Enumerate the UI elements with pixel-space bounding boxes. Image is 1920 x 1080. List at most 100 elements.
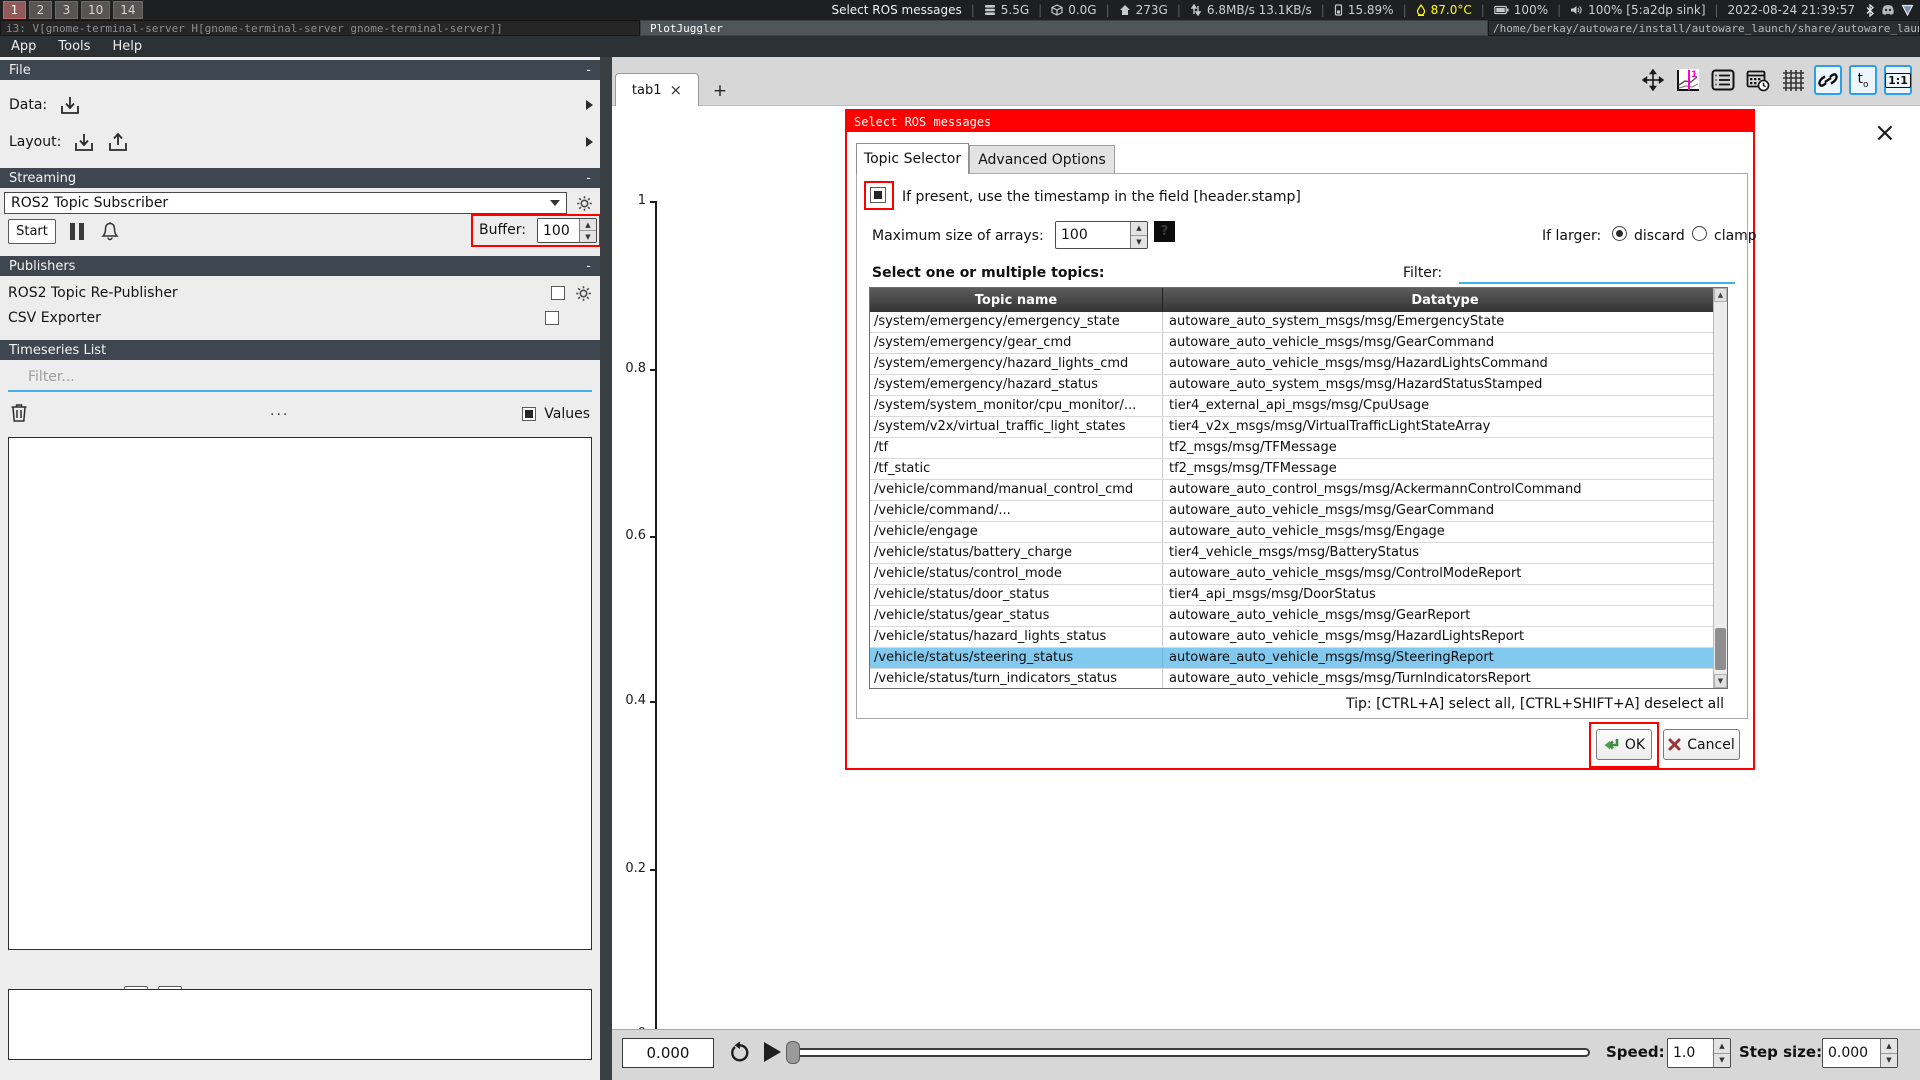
add-tab-button[interactable]: + [708, 79, 732, 103]
speed-spinbox[interactable]: 1.0 ▲▼ [1667, 1038, 1731, 1068]
datetime-icon[interactable] [1744, 65, 1772, 95]
streaming-settings-button[interactable] [572, 193, 596, 214]
cancel-button[interactable]: Cancel [1663, 729, 1740, 760]
t0-icon[interactable]: to [1849, 65, 1877, 95]
workspace-1[interactable]: 1 [3, 1, 26, 19]
section-publishers[interactable]: Publishers - [0, 256, 600, 276]
table-row[interactable]: /system/emergency/hazard_lights_cmd auto… [870, 354, 1727, 375]
tab-advanced-options[interactable]: Advanced Options [969, 145, 1115, 174]
column-datatype[interactable]: Datatype [1163, 288, 1727, 312]
table-row[interactable]: /vehicle/status/turn_indicators_status a… [870, 669, 1727, 689]
workspace-10[interactable]: 10 [81, 1, 110, 19]
custom-series-list[interactable] [8, 989, 592, 1060]
volume-tray-icon[interactable] [1901, 4, 1914, 16]
ratio-1-1-icon[interactable]: 1:1 [1884, 65, 1912, 95]
ok-button[interactable]: OK [1596, 729, 1652, 760]
workspace-3[interactable]: 3 [55, 1, 78, 19]
section-streaming[interactable]: Streaming - [0, 168, 600, 188]
zoom-plot-icon[interactable]: 1 [1674, 65, 1702, 95]
discard-radio-label[interactable]: discard [1634, 228, 1685, 244]
play-icon[interactable] [764, 1042, 781, 1062]
current-time-field[interactable]: 0.000 [622, 1038, 714, 1068]
table-row[interactable]: /system/emergency/emergency_state autowa… [870, 312, 1727, 333]
csv-exporter-checkbox[interactable] [545, 311, 559, 325]
start-streaming-button[interactable]: Start [8, 219, 56, 244]
link-ranges-icon[interactable] [1814, 65, 1842, 95]
move-icon[interactable] [1639, 65, 1667, 95]
layout-expand-arrow-icon[interactable] [586, 137, 593, 147]
step-size-spinbox[interactable]: 0.000 ▲▼ [1822, 1038, 1898, 1068]
table-row[interactable]: /system/system_monitor/cpu_monitor/... t… [870, 396, 1727, 417]
buffer-spinbox[interactable]: 100 ▲▼ [537, 218, 597, 243]
timestamp-checkbox-label[interactable]: If present, use the timestamp in the fie… [902, 189, 1301, 205]
dialog-filter-input[interactable] [1459, 282, 1735, 284]
menu-help[interactable]: Help [101, 36, 153, 57]
menu-tools[interactable]: Tools [47, 36, 101, 57]
window-splitter[interactable] [600, 57, 612, 1080]
table-row[interactable]: /system/v2x/virtual_traffic_light_states… [870, 417, 1727, 438]
discard-radio[interactable] [1612, 226, 1627, 241]
section-timeseries[interactable]: Timeseries List [0, 340, 600, 360]
discord-icon[interactable] [1881, 4, 1895, 16]
timeseries-filter-input[interactable]: Filter... [28, 369, 75, 385]
loop-icon[interactable] [728, 1041, 752, 1065]
window-close-icon[interactable]: × [1874, 120, 1896, 146]
table-row[interactable]: /vehicle/status/steering_status autoware… [870, 648, 1727, 669]
timeseries-list[interactable] [8, 437, 592, 950]
data-expand-arrow-icon[interactable] [586, 100, 593, 110]
pause-icon[interactable] [70, 223, 84, 240]
table-row[interactable]: /vehicle/command/manual_control_cmd auto… [870, 480, 1727, 501]
scroll-down-icon[interactable]: ▼ [1714, 674, 1727, 688]
gear-icon[interactable] [575, 285, 592, 302]
table-row[interactable]: /vehicle/command/... autoware_auto_vehic… [870, 501, 1727, 522]
bluetooth-icon[interactable] [1865, 4, 1875, 17]
table-row[interactable]: /vehicle/status/door_status tier4_api_ms… [870, 585, 1727, 606]
tab-topic-selector[interactable]: Topic Selector [856, 143, 969, 174]
load-layout-icon[interactable] [73, 131, 95, 153]
titlebar-plotjuggler[interactable]: PlotJuggler [640, 20, 1488, 36]
time-slider-handle[interactable] [786, 1041, 800, 1064]
table-row[interactable]: /tf_static tf2_msgs/msg/TFMessage [870, 459, 1727, 480]
tab-tab1[interactable]: tab1 × [615, 73, 699, 106]
grid-icon[interactable] [1779, 65, 1807, 95]
time-slider[interactable] [790, 1048, 1590, 1057]
column-topic-name[interactable]: Topic name [870, 288, 1163, 312]
titlebar-terminal[interactable]: i3: V[gnome-terminal-server H[gnome-term… [0, 20, 640, 36]
dialog-titlebar[interactable]: Select ROS messages [847, 111, 1753, 132]
timestamp-checkbox[interactable] [870, 187, 886, 203]
titlebar-rviz[interactable]: /home/berkay/autoware/install/autoware_l… [1488, 20, 1920, 36]
save-layout-icon[interactable] [107, 131, 129, 153]
max-array-spinbox[interactable]: 100 ▲▼ [1055, 221, 1148, 249]
table-row[interactable]: /vehicle/status/battery_charge tier4_veh… [870, 543, 1727, 564]
topic-table[interactable]: Topic name Datatype /system/emergency/em… [869, 287, 1728, 689]
table-row[interactable]: /system/emergency/hazard_status autoware… [870, 375, 1727, 396]
table-row[interactable]: /vehicle/status/gear_status autoware_aut… [870, 606, 1727, 627]
streaming-source-select[interactable]: ROS2 Topic Subscriber [4, 192, 567, 214]
delete-series-trash-icon[interactable] [10, 402, 28, 423]
republisher-checkbox[interactable] [551, 286, 565, 300]
table-row[interactable]: /vehicle/engage autoware_auto_vehicle_ms… [870, 522, 1727, 543]
table-row[interactable]: /system/emergency/gear_cmd autoware_auto… [870, 333, 1727, 354]
collapse-icon[interactable]: - [586, 171, 591, 186]
panel-splitter-handle[interactable]: ... [270, 403, 289, 419]
help-button[interactable]: ? [1154, 221, 1175, 242]
workspace-14[interactable]: 14 [113, 1, 142, 19]
section-file[interactable]: File - [0, 60, 600, 80]
table-row[interactable]: /tf tf2_msgs/msg/TFMessage [870, 438, 1727, 459]
menu-app[interactable]: App [0, 36, 47, 57]
table-scrollbar[interactable]: ▲ ▼ [1713, 288, 1727, 688]
load-data-icon[interactable] [59, 94, 81, 116]
list-icon[interactable] [1709, 65, 1737, 95]
collapse-icon[interactable]: - [586, 63, 591, 78]
values-toggle[interactable]: Values [522, 406, 590, 422]
table-row[interactable]: /vehicle/status/hazard_lights_status aut… [870, 627, 1727, 648]
collapse-icon[interactable]: - [586, 259, 591, 274]
scrollbar-thumb[interactable] [1715, 628, 1726, 670]
close-tab-icon[interactable]: × [670, 83, 683, 98]
workspace-2[interactable]: 2 [29, 1, 52, 19]
table-row[interactable]: /vehicle/status/control_mode autoware_au… [870, 564, 1727, 585]
values-checkbox[interactable] [522, 407, 536, 421]
scroll-up-icon[interactable]: ▲ [1714, 288, 1727, 302]
clamp-radio[interactable] [1692, 226, 1707, 241]
clamp-radio-label[interactable]: clamp [1714, 228, 1757, 244]
